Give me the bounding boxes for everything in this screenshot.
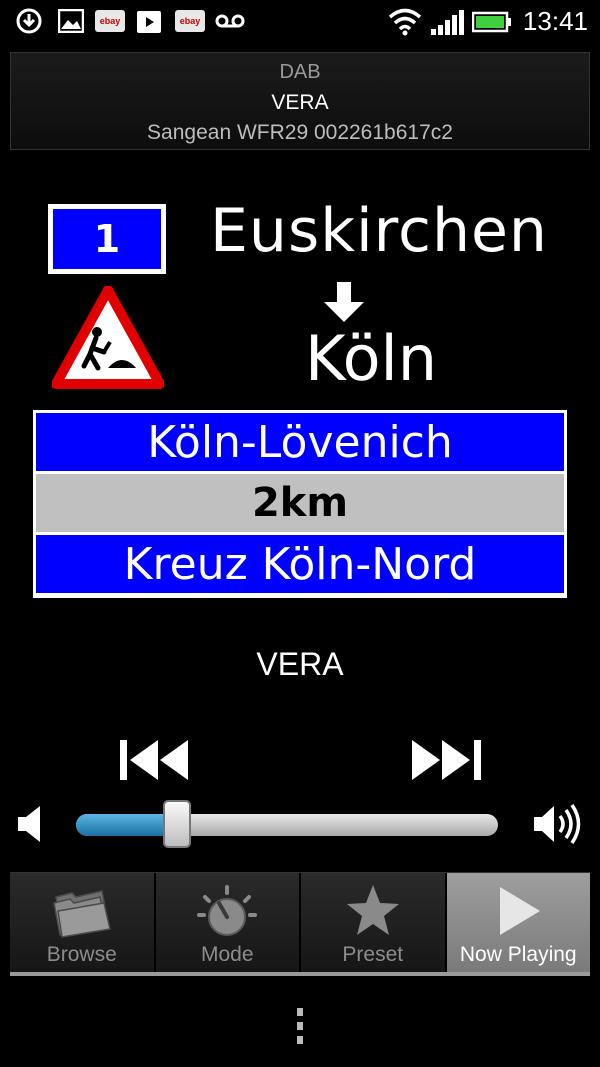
volume-slider[interactable] <box>76 814 498 836</box>
ebay-icon: ebay <box>94 8 126 34</box>
bottom-tab-bar: Browse Mode Preset Now Playing <box>10 872 590 976</box>
tab-browse[interactable]: Browse <box>10 873 156 972</box>
battery-icon <box>471 10 512 34</box>
play-icon <box>500 887 541 935</box>
volume-high-icon <box>532 802 584 846</box>
tab-label: Mode <box>200 943 254 966</box>
station-name: VERA <box>271 91 329 114</box>
sign-row-junction: Kreuz Köln-Nord <box>36 535 564 593</box>
exit-sign-table: Köln-Lövenich 2km Kreuz Köln-Nord <box>33 410 567 598</box>
ebay-icon: ebay <box>174 8 206 34</box>
skip-next-icon <box>412 740 481 780</box>
clock-time: 13:41 <box>522 6 588 36</box>
source-label: DAB <box>279 61 321 83</box>
ebay-label: ebay <box>95 10 125 32</box>
tab-mode[interactable]: Mode <box>155 873 301 972</box>
destination-top: Euskirchen <box>210 196 548 266</box>
menu-dot <box>297 1008 303 1016</box>
next-button[interactable] <box>410 738 484 782</box>
status-bar: ebay ebay 13:41 <box>0 0 600 44</box>
route-badge: 1 <box>48 204 166 274</box>
download-icon <box>14 8 44 34</box>
volume-low-icon <box>16 804 44 844</box>
now-playing-title: VERA <box>256 646 344 682</box>
volume-fill <box>76 814 177 836</box>
tab-label: Browse <box>46 943 117 966</box>
destination-bottom: Köln <box>305 322 438 395</box>
tab-now-playing[interactable]: Now Playing <box>446 873 590 972</box>
volume-slider-thumb[interactable] <box>163 800 191 848</box>
route-number: 1 <box>51 207 163 271</box>
menu-dot <box>297 1022 303 1030</box>
device-name: Sangean WFR29 002261b617c2 <box>147 121 453 144</box>
arrow-down-icon <box>322 282 366 324</box>
signal-icon <box>430 8 466 36</box>
station-header: DAB VERA Sangean WFR29 002261b617c2 <box>10 52 590 150</box>
roadworks-warning-icon <box>51 285 165 390</box>
ebay-label: ebay <box>175 10 205 32</box>
star-icon <box>346 885 399 935</box>
folder-icon <box>52 890 111 938</box>
menu-dot <box>297 1036 303 1044</box>
skip-previous-icon <box>120 740 188 780</box>
wifi-icon <box>388 8 422 36</box>
tab-label: Now Playing <box>459 943 577 966</box>
play-store-icon <box>134 8 164 34</box>
overflow-menu-button[interactable] <box>292 1008 308 1048</box>
tab-label: Preset <box>342 943 404 966</box>
mode-dial-icon <box>197 885 258 936</box>
voicemail-icon <box>214 8 246 34</box>
sign-row-exit: Köln-Lövenich <box>36 413 564 471</box>
sign-row-distance: 2km <box>36 474 564 532</box>
previous-button[interactable] <box>118 738 192 782</box>
image-icon <box>56 8 86 34</box>
tab-preset[interactable]: Preset <box>301 873 447 972</box>
